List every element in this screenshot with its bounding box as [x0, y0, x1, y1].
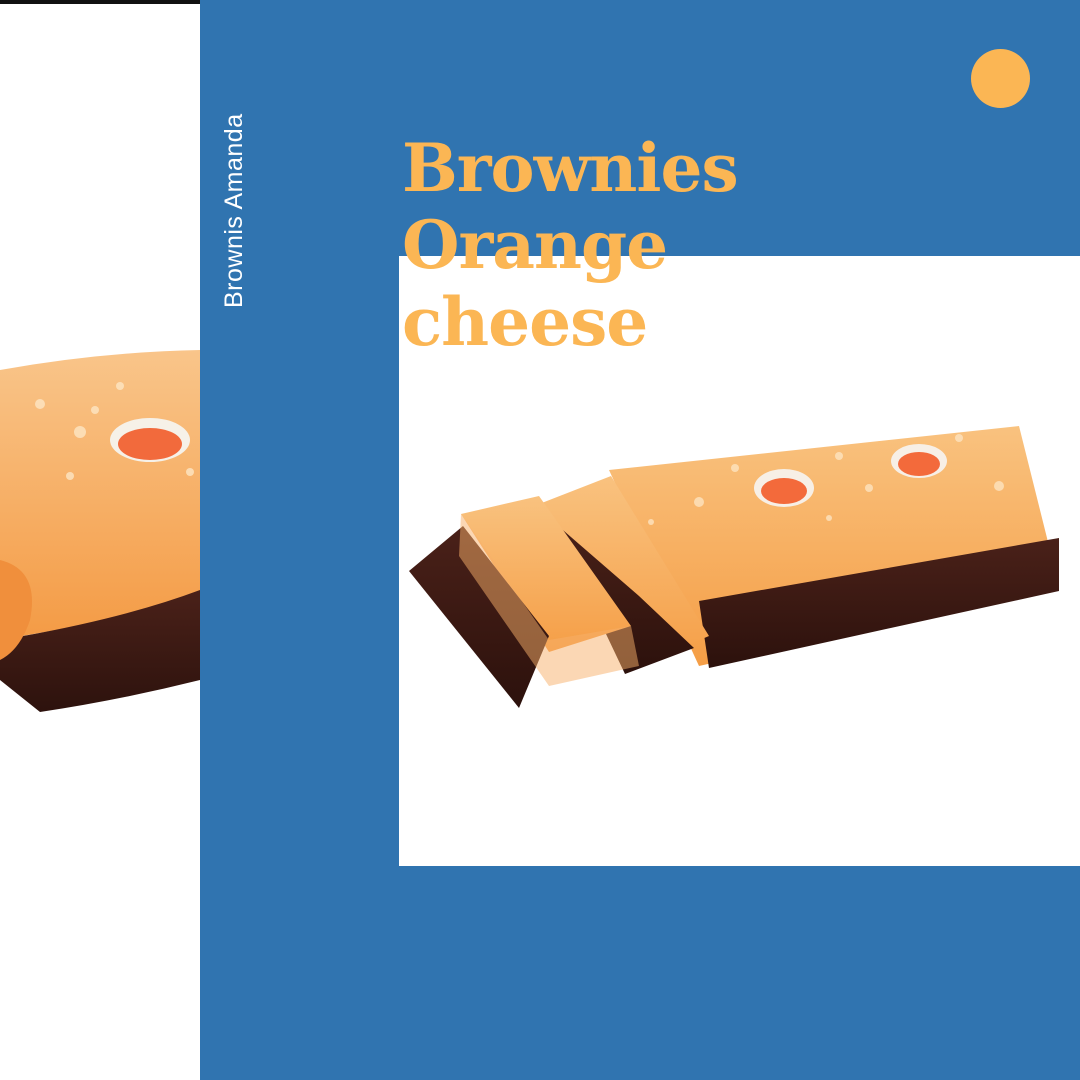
- title-line-3: cheese: [402, 283, 648, 361]
- brand-text: Brownis Amanda: [220, 113, 248, 308]
- brownie-closeup-image: [0, 350, 200, 712]
- promo-poster: Brownis Amanda Brownies Orange cheese: [0, 0, 1080, 1080]
- left-photo-strip: [0, 0, 200, 1080]
- title-line-1: Brownies: [402, 129, 739, 207]
- title-line-2: Orange: [402, 206, 668, 284]
- product-title: Brownies Orange cheese: [402, 129, 739, 361]
- top-border-line: [0, 0, 200, 4]
- accent-circle: [971, 49, 1030, 108]
